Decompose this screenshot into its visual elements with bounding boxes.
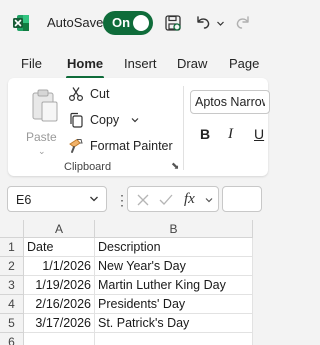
font-name: Aptos Narrow	[195, 95, 265, 109]
cell-b6[interactable]	[95, 333, 253, 345]
cell-b4[interactable]: Presidents' Day	[95, 295, 253, 314]
cell-a3[interactable]: 1/19/2026	[24, 276, 95, 295]
tab-draw[interactable]: Draw	[177, 56, 207, 71]
clipboard-group-label: Clipboard	[64, 161, 112, 173]
insert-function-icon[interactable]: fx	[184, 191, 195, 208]
row-header[interactable]: 1	[0, 238, 24, 257]
autosave-toggle[interactable]: On	[103, 11, 153, 35]
cell-b1[interactable]: Description	[95, 238, 253, 257]
tab-insert[interactable]: Insert	[124, 56, 157, 71]
redo-icon	[236, 16, 249, 29]
chevron-down-icon	[216, 21, 224, 26]
chevron-down-icon[interactable]: ⌄	[38, 146, 46, 157]
column-header-a[interactable]: A	[24, 220, 95, 238]
undo-dropdown[interactable]	[214, 10, 226, 36]
underline-button[interactable]: U	[254, 126, 264, 142]
name-box[interactable]: E6	[7, 186, 107, 212]
format-painter-label: Format Painter	[90, 139, 173, 153]
cell-a1[interactable]: Date	[24, 238, 95, 257]
formula-input[interactable]	[222, 186, 262, 212]
italic-button[interactable]: I	[228, 126, 233, 143]
font-name-box[interactable]: Aptos Narrow	[190, 90, 270, 114]
redo-button[interactable]	[232, 10, 254, 36]
copy-dropdown[interactable]	[130, 110, 140, 130]
cell-b3[interactable]: Martin Luther King Day	[95, 276, 253, 295]
tab-page-layout[interactable]: Page	[229, 56, 259, 71]
autosave-label: AutoSave	[47, 15, 104, 30]
tab-file[interactable]: File	[21, 56, 42, 71]
toggle-knob	[133, 15, 149, 31]
column-header-b[interactable]: B	[95, 220, 253, 238]
cell-a6[interactable]	[24, 333, 95, 345]
cell-b5[interactable]: St. Patrick's Day	[95, 314, 253, 333]
cell-a4[interactable]: 2/16/2026	[24, 295, 95, 314]
chevron-down-icon[interactable]	[204, 195, 214, 205]
title-bar: AutoSave On	[0, 0, 253, 46]
excel-logo-icon	[13, 15, 29, 31]
bold-button[interactable]: B	[200, 126, 210, 142]
enter-check-icon[interactable]	[158, 193, 174, 207]
group-divider	[183, 86, 184, 170]
cell-a5[interactable]: 3/17/2026	[24, 314, 95, 333]
row-header[interactable]: 3	[0, 276, 24, 295]
cancel-icon[interactable]	[136, 193, 150, 207]
save-button[interactable]	[162, 10, 184, 36]
cell-b2[interactable]: New Year's Day	[95, 257, 253, 276]
row-header[interactable]: 2	[0, 257, 24, 276]
formula-actions: fx	[127, 186, 219, 212]
autosave-state: On	[112, 15, 131, 30]
spreadsheet-grid: A B 1 Date Description 2 1/1/2026 New Ye…	[0, 220, 253, 345]
paste-label: Paste	[26, 130, 57, 144]
formula-bar: E6 ⋮ fx	[0, 184, 262, 214]
cut-button[interactable]: Cut	[68, 84, 109, 104]
format-painter-button[interactable]: Format Painter	[68, 136, 173, 156]
select-all-corner[interactable]	[0, 220, 24, 238]
ribbon-tabs: File Home Insert Draw Page	[0, 50, 259, 79]
paste-button[interactable]: Paste ⌄	[18, 86, 64, 156]
undo-button[interactable]	[192, 10, 214, 36]
dialog-launcher-icon[interactable]: ⬊	[171, 161, 179, 172]
paste-icon	[32, 89, 58, 122]
chevron-down-icon[interactable]	[88, 192, 100, 206]
row-header[interactable]: 5	[0, 314, 24, 333]
name-box-value: E6	[16, 193, 32, 207]
undo-icon	[197, 16, 210, 29]
ribbon-panel: Paste ⌄ Cut Copy Format Painter Clipboar…	[8, 78, 270, 176]
copy-label: Copy	[90, 113, 120, 127]
save-icon	[165, 15, 181, 31]
copy-icon	[70, 112, 83, 128]
row-header[interactable]: 6	[0, 333, 24, 345]
cut-label: Cut	[90, 87, 110, 101]
chevron-down-icon	[131, 118, 139, 123]
row-header[interactable]: 4	[0, 295, 24, 314]
copy-button[interactable]: Copy	[68, 110, 119, 130]
tab-home[interactable]: Home	[67, 56, 103, 71]
cell-a2[interactable]: 1/1/2026	[24, 257, 95, 276]
paintbrush-icon	[69, 138, 83, 153]
scissors-icon	[68, 87, 84, 102]
